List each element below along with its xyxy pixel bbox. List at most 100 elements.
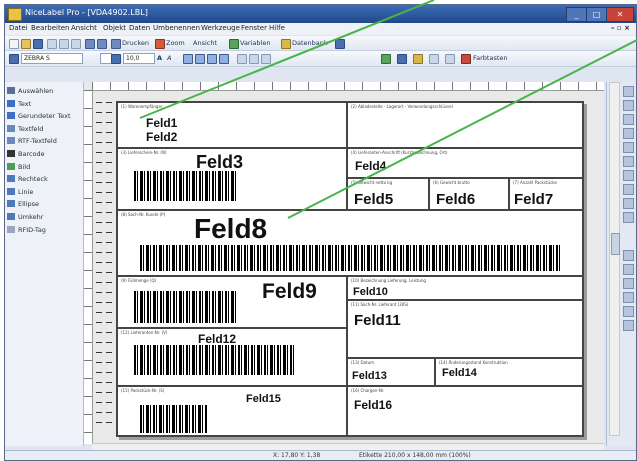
tool-item[interactable]: Text [7,99,31,109]
copy-icon[interactable] [59,39,69,49]
tool-item[interactable]: RTF-Textfeld [7,136,57,146]
align-left-icon[interactable] [183,54,193,64]
scroll-thumb[interactable] [611,233,620,255]
line-color-icon[interactable] [397,54,407,64]
tool-item[interactable]: Linie [7,187,33,197]
cell-bezeichnung[interactable]: (10) Bezeichnung Lieferung, Leistung Fel… [347,276,583,300]
new-icon[interactable] [9,39,19,49]
save-icon[interactable] [33,39,43,49]
view-button[interactable]: Ansicht [193,38,217,48]
database-icon[interactable] [97,39,107,49]
field-7[interactable]: Feld7 [514,192,553,207]
align-tool-icon[interactable] [623,156,634,167]
field-2[interactable]: Feld2 [146,131,177,143]
tool-item[interactable]: Gerundeter Text [7,111,71,121]
field-15[interactable]: Feld15 [246,394,281,405]
variables-icon[interactable] [229,39,239,49]
cell-lieferant-nr[interactable]: (12) Lieferanten-Nr. (V) Feld12 [117,328,347,386]
variables-button[interactable]: Variablen [240,38,270,48]
cell-abladestelle[interactable]: (2) Abladestelle - Lagerort - Verwendung… [347,102,583,148]
group-icon[interactable] [261,54,271,64]
tool-item[interactable]: Auswählen [7,86,53,96]
field-11[interactable]: Feld11 [354,313,401,328]
cell-warenempfaenger[interactable]: (1) Warenempfänger Feld1 Feld2 [117,102,347,148]
menu-hilfe[interactable]: Hilfe [269,24,285,32]
help-icon[interactable] [335,39,345,49]
tool-item[interactable]: Bild [7,162,30,172]
close-button[interactable]: ✕ [606,7,634,22]
printer-combo[interactable]: ZEBRA S [21,53,83,64]
font-grow-button[interactable]: A [157,53,162,63]
align-tool-icon[interactable] [623,114,634,125]
font-size-combo[interactable]: 10,0 [123,53,155,64]
barcode-lieferschein[interactable] [134,171,236,201]
align-tool-icon[interactable] [623,212,634,223]
barcode-lieferant[interactable] [134,345,294,375]
align-tool-icon[interactable] [623,128,634,139]
menu-werkzeuge[interactable]: Werkzeuge [201,24,240,32]
font-icon[interactable] [111,54,121,64]
printer-select-icon[interactable] [9,54,19,64]
tool-item[interactable]: RFID-Tag [7,225,46,235]
maximize-button[interactable]: □ [586,7,607,22]
zoom-button[interactable]: Zoom [166,38,185,48]
rotate-tool-icon[interactable] [623,292,634,303]
mdi-controls[interactable]: – ▫ × [611,24,630,32]
color-icon[interactable] [461,54,471,64]
print-button[interactable]: Drucken [122,38,149,48]
vertical-scrollbar[interactable] [609,82,620,436]
italic-button[interactable]: A [167,53,171,63]
database-connect-icon[interactable] [281,39,291,49]
cut-icon[interactable] [47,39,57,49]
field-5[interactable]: Feld5 [354,192,393,207]
pen-icon[interactable] [413,54,423,64]
field-8[interactable]: Feld8 [194,215,267,243]
cell-sachnummer-kunde[interactable]: (8) Sach-Nr. Kunde (P) Feld8 [117,210,583,276]
bring-front-icon[interactable] [237,54,247,64]
justify-icon[interactable] [219,54,229,64]
tool-item[interactable]: Barcode [7,149,45,159]
barcode-fuellmenge[interactable] [134,291,238,323]
field-4[interactable]: Feld4 [355,160,386,172]
menu-daten[interactable]: Daten [129,24,150,32]
cell-anzahl-packstuecke[interactable]: (7) Anzahl Packstücke Feld7 [509,178,583,210]
open-icon[interactable] [21,39,31,49]
field-1[interactable]: Feld1 [146,117,177,129]
align-tool-icon[interactable] [623,170,634,181]
menu-objekt[interactable]: Objekt [103,24,126,32]
database-button[interactable]: Datenbank [292,38,328,48]
rotate-tool-icon[interactable] [623,250,634,261]
tool-item[interactable]: Textfeld [7,124,43,134]
cell-sachnummer-lieferant[interactable]: (11) Sach-Nr. Lieferant (30S) Feld11 [347,300,583,358]
cell-lieferant-anschrift[interactable]: (4) Lieferanten-Anschrift (Kurzbezeichnu… [347,148,583,178]
field-12[interactable]: Feld12 [198,333,236,345]
rotate-tool-icon[interactable] [623,264,634,275]
field-14[interactable]: Feld14 [442,368,477,379]
align-tool-icon[interactable] [623,100,634,111]
field-6[interactable]: Feld6 [436,192,475,207]
align-right-icon[interactable] [207,54,217,64]
rotate-tool-icon[interactable] [623,306,634,317]
cell-gewicht-brutto[interactable]: (6) Gewicht brutto Feld6 [429,178,509,210]
menu-bearbeiten[interactable]: Bearbeiten [31,24,69,32]
colors-button[interactable]: Farbtasten [473,53,508,63]
fill-icon[interactable] [381,54,391,64]
printer-icon[interactable] [111,39,121,49]
cell-chargen-nr[interactable]: (16) Chargen-Nr. Feld16 [347,386,583,436]
tool-item[interactable]: Rechteck [7,174,48,184]
rotate-tool-icon[interactable] [623,278,634,289]
cell-gewicht-netto[interactable]: (5) Gewicht netto kg Feld5 [347,178,429,210]
align-tool-icon[interactable] [623,86,634,97]
field-10[interactable]: Feld10 [353,287,388,298]
field-9[interactable]: Feld9 [262,281,317,302]
align-tool-icon[interactable] [623,184,634,195]
barcode-sachnummer[interactable] [140,245,560,271]
print-preview-icon[interactable] [85,39,95,49]
menu-ansicht[interactable]: Ansicht [71,24,97,32]
field-13[interactable]: Feld13 [352,371,387,382]
tool-item[interactable]: Umkehr [7,212,43,222]
field-3[interactable]: Feld3 [196,153,243,171]
cell-packstueck-nr[interactable]: (15) Packstück-Nr. (S) Feld15 [117,386,347,436]
minimize-button[interactable]: _ [566,7,587,22]
cell-fuellmenge[interactable]: (9) Füllmenge (Q) Feld9 [117,276,347,328]
